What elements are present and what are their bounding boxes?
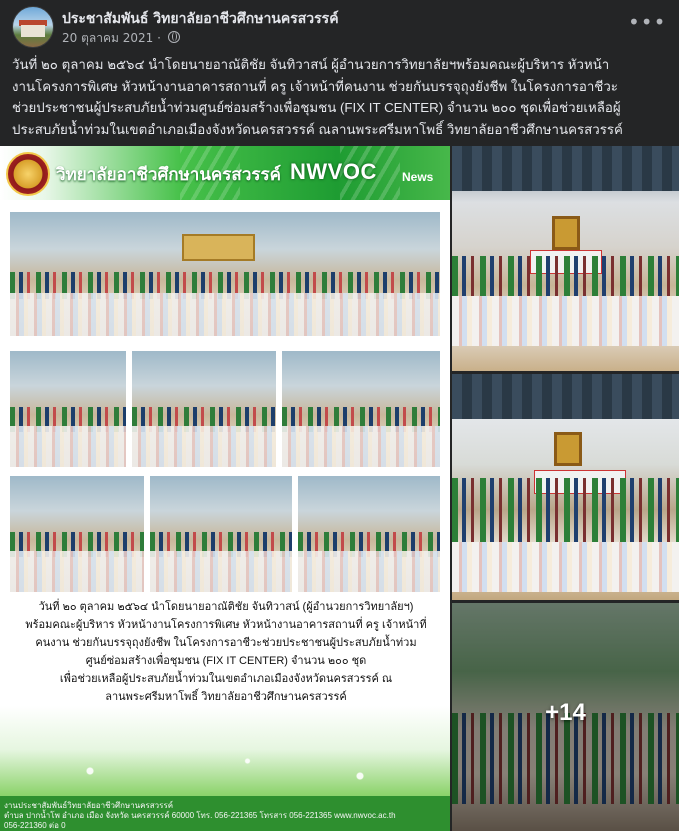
photo-bags <box>132 426 276 467</box>
post-text: วันที่ ๒๐ ตุลาคม ๒๕๖๔ นำโดยนายอาณัติชัย … <box>12 54 664 140</box>
poster-photo-small <box>282 351 440 467</box>
avatar-building <box>21 25 45 37</box>
photo-bags <box>10 292 440 336</box>
page-avatar[interactable] <box>12 6 54 48</box>
poster-brand-sub: News <box>402 170 434 184</box>
post-text-line: ช่วยประชาชนผู้ประสบภัยน้ำท่วมศูนย์ซ่อมสร… <box>12 100 621 115</box>
post-date-link[interactable]: 20 ตุลาคม 2021 <box>62 31 153 45</box>
poster-caption-line: พร้อมคณะผู้บริหาร หัวหน้างานโครงการพิเศษ… <box>25 619 427 631</box>
photo-roof <box>452 146 679 191</box>
poster-caption-line: คนงาน ช่วยกันบรรจุถุงยังชีพ ในโครงการอาช… <box>35 637 417 649</box>
photo-poster[interactable]: วิทยาลัยอาชีวศึกษานครสวรรค์ NWVOC News ว… <box>0 146 450 831</box>
photo-thumbnail-1[interactable] <box>452 146 679 371</box>
globe-icon[interactable] <box>167 31 180 43</box>
footer-sparkle <box>0 746 450 796</box>
photo-thumbnail-more[interactable]: +14 <box>452 603 679 831</box>
ellipsis-icon: ••• <box>628 10 667 34</box>
photo-portrait <box>554 432 582 466</box>
photo-bags <box>452 542 679 592</box>
photo-thumbnail-2[interactable] <box>452 374 679 600</box>
photo-roof <box>452 374 679 420</box>
poster-caption-line: ศูนย์ซ่อมสร้างเพื่อชุมชน (FIX IT CENTER)… <box>85 655 367 667</box>
photo-bags <box>10 551 144 592</box>
poster-brand: NWVOC <box>290 159 377 184</box>
photo-portrait <box>552 216 580 250</box>
photo-bags <box>10 426 126 467</box>
poster-footer-line: 056-221360 ต่อ 0 <box>4 821 66 830</box>
post-text-line: ประสบภัยน้ำท่วมในเขตอำเภอเมืองจังหวัดนคร… <box>12 121 623 137</box>
poster-photo-small <box>298 476 440 592</box>
poster-caption-line: วันที่ ๒๐ ตุลาคม ๒๕๖๔ นำโดยนายอาณัติชัย … <box>38 601 414 613</box>
post-header: ประชาสัมพันธ์ วิทยาลัยอาชีวศึกษานครสวรรค… <box>0 0 679 50</box>
post-text-line: งานโครงการพิเศษ หัวหน้างานอาคารสถานที่ ค… <box>12 78 618 94</box>
photo-grid: วิทยาลัยอาชีวศึกษานครสวรรค์ NWVOC News ว… <box>0 146 679 831</box>
poster-caption-line: เพื่อช่วยเหลือผู้ประสบภัยน้ำท่วมในเขตอำเ… <box>59 673 393 685</box>
poster-photo-small <box>150 476 292 592</box>
college-seal-logo <box>6 152 50 196</box>
poster-photo-small <box>10 476 144 592</box>
photo-bags <box>282 426 440 467</box>
photo-bags <box>150 551 292 592</box>
poster-photo-small <box>132 351 276 467</box>
poster-photo-small <box>10 351 126 467</box>
post-text-line: วันที่ ๒๐ ตุลาคม ๒๕๖๔ นำโดยนายอาณัติชัย … <box>12 57 610 72</box>
poster-footer-strip: งานประชาสัมพันธ์วิทยาลัยอาชีวศึกษานครสวร… <box>0 796 450 831</box>
post-meta: 20 ตุลาคม 2021 · <box>62 29 180 48</box>
photo-bags <box>298 551 440 592</box>
poster-caption-line: ลานพระศรีมหาโพธิ์ วิทยาลัยอาชีวศึกษานครส… <box>105 691 347 703</box>
meta-separator: · <box>153 31 165 45</box>
more-photos-count[interactable]: +14 <box>452 699 679 727</box>
poster-photo-group <box>10 212 440 336</box>
photo-crowd <box>452 478 679 551</box>
photo-bags <box>452 296 679 346</box>
poster-caption: วันที่ ๒๐ ตุลาคม ๒๕๖๔ นำโดยนายอาณัติชัย … <box>18 598 434 706</box>
poster-college-name: วิทยาลัยอาชีวศึกษานครสวรรค์ <box>56 165 281 184</box>
photo-portrait-sign <box>182 234 255 261</box>
page-name-link[interactable]: ประชาสัมพันธ์ วิทยาลัยอาชีวศึกษานครสวรรค… <box>62 8 339 30</box>
post-options-button[interactable]: ••• <box>628 10 667 40</box>
